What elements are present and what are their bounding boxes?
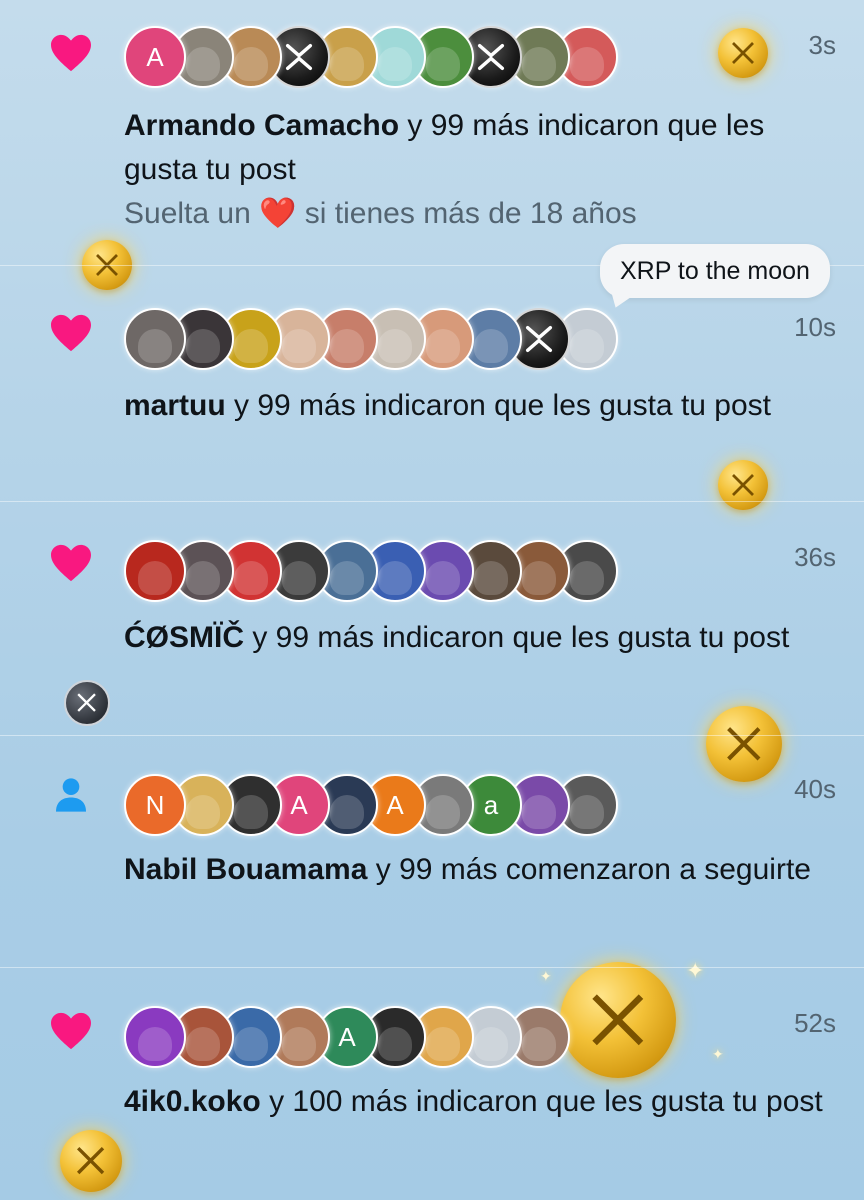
user-name[interactable]: martuu [124,389,226,422]
avatar-photo-shape [185,560,221,596]
avatar-row: NAAa [124,774,618,836]
notification-text: Nabil Bouamama y 99 más comenzaron a seg… [124,848,834,892]
avatar-photo-shape [233,560,269,596]
timestamp: 10s [794,312,836,342]
avatar-photo-shape [425,46,461,82]
avatar-photo-shape [329,328,365,364]
post-preview-text: si tienes más de 18 años [296,197,637,230]
avatar-photo-shape [233,46,269,82]
person-icon [48,772,94,818]
notification-item[interactable]: NAAa 40s Nabil Bouamama y 99 más comenza… [0,736,864,968]
avatar-photo-shape [521,46,557,82]
avatar-photo-shape [281,1026,317,1062]
heart-icon [48,1008,94,1054]
avatar-photo-shape [233,328,269,364]
avatar-photo-shape [329,794,365,830]
user-name[interactable]: 4ik0.koko [124,1085,261,1118]
avatar-photo-shape [137,328,173,364]
avatar-row [124,540,618,602]
avatar-photo-shape [281,560,317,596]
xrp-icon [285,43,313,71]
notification-item[interactable]: A 52s 4ik0.koko y 100 más indicaron que … [0,968,864,1200]
avatar-photo-shape [473,1026,509,1062]
avatar-photo-shape [425,794,461,830]
avatar-photo-shape [473,328,509,364]
avatar-photo-shape [137,1026,173,1062]
avatar-photo-shape [473,560,509,596]
notification-text: ĆØSMÏČ y 99 más indicaron que les gusta … [124,616,834,660]
avatar-photo-shape [185,328,221,364]
user-avatar[interactable] [124,1006,186,1068]
avatar-photo-shape [185,794,221,830]
timestamp: 40s [794,774,836,804]
notification-text: martuu y 99 más indicaron que les gusta … [124,384,834,428]
speech-bubble-text: XRP to the moon [620,257,810,285]
user-avatar[interactable]: N [124,774,186,836]
heart-icon [48,540,94,586]
avatar-row: A [124,1006,570,1068]
heart-icon [48,310,94,356]
avatar-photo-shape [521,794,557,830]
avatar-photo-shape [569,328,605,364]
notification-action: y 99 más indicaron que les gusta tu post [225,389,772,422]
notification-item[interactable]: 10s martuu y 99 más indicaron que les gu… [0,266,864,502]
user-name[interactable]: ĆØSMÏČ [124,621,244,654]
avatar-photo-shape [281,328,317,364]
avatar-photo-shape [377,328,413,364]
avatar-photo-shape [233,1026,269,1062]
user-name[interactable]: Armando Camacho [124,109,399,142]
xrp-icon [525,325,553,353]
user-avatar[interactable]: A [124,26,186,88]
red-heart-emoji: ❤️ [259,197,297,230]
notification-action: y 99 más indicaron que les gusta tu post [244,621,790,654]
avatar-photo-shape [185,1026,221,1062]
avatar-photo-shape [569,46,605,82]
avatar-photo-shape [377,46,413,82]
notification-text: Armando Camacho y 99 más indicaron que l… [124,104,834,192]
avatar-photo-shape [329,46,365,82]
avatar-photo-shape [521,560,557,596]
timestamp: 3s [808,30,836,60]
user-name[interactable]: Nabil Bouamama [124,853,367,886]
avatar-row: A [124,26,618,88]
notification-item[interactable]: 36s ĆØSMÏČ y 99 más indicaron que les gu… [0,502,864,736]
avatar-photo-shape [377,560,413,596]
timestamp: 36s [794,542,836,572]
notification-text: 4ik0.koko y 100 más indicaron que les gu… [124,1080,834,1124]
avatar-photo-shape [425,1026,461,1062]
avatar-photo-shape [521,1026,557,1062]
avatar-photo-shape [329,560,365,596]
post-preview: Suelta un ❤️ si tienes más de 18 años [124,196,637,231]
xrp-icon [477,43,505,71]
avatar-photo-shape [233,794,269,830]
avatar-photo-shape [137,560,173,596]
avatar-photo-shape [425,328,461,364]
heart-icon [48,30,94,76]
avatar-photo-shape [425,560,461,596]
speech-bubble: XRP to the moon [600,244,830,298]
notification-action: y 100 más indicaron que les gusta tu pos… [260,1085,823,1118]
user-avatar[interactable] [124,308,186,370]
user-avatar[interactable] [124,540,186,602]
avatar-row [124,308,618,370]
avatar-photo-shape [569,560,605,596]
notification-item[interactable]: A 3s Armando Camacho y 99 más indicaron … [0,0,864,266]
avatar-photo-shape [185,46,221,82]
post-preview-text: Suelta un [124,197,260,230]
timestamp: 52s [794,1008,836,1038]
avatar-photo-shape [569,794,605,830]
avatar-photo-shape [377,1026,413,1062]
notification-action: y 99 más comenzaron a seguirte [367,853,811,886]
